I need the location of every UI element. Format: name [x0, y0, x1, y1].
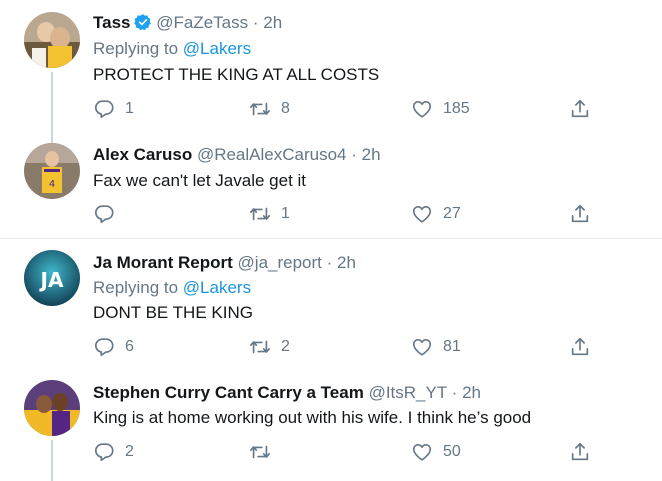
like-icon — [412, 101, 432, 118]
avatar[interactable]: 4 — [24, 143, 80, 199]
thread-line — [51, 440, 53, 481]
tweet-actions: 2 50 — [93, 440, 603, 464]
share-button[interactable] — [569, 202, 591, 226]
share-button[interactable] — [569, 97, 591, 121]
retweet-icon — [250, 445, 270, 459]
like-count: 50 — [443, 443, 461, 460]
retweet-button[interactable] — [249, 440, 281, 464]
share-icon — [571, 442, 589, 461]
tweet-actions: 1 27 — [93, 202, 603, 226]
handle[interactable]: @RealAlexCaruso4 — [197, 145, 347, 164]
retweet-icon — [250, 102, 270, 116]
separator-dot: · — [451, 383, 458, 402]
tweet-text: Fax we can't let Javale get it — [93, 171, 307, 190]
tweet-text: PROTECT THE KING AT ALL COSTS — [93, 65, 380, 84]
avatar-logo-text: JA — [39, 268, 64, 292]
separator-dot: · — [326, 253, 333, 272]
tweet-4[interactable]: Stephen Curry Cant Carry a Team @ItsR_YT… — [0, 370, 662, 481]
like-button[interactable]: 81 — [411, 335, 461, 359]
mention-link[interactable]: @Lakers — [183, 278, 251, 297]
like-count: 27 — [443, 205, 461, 222]
tweet-3[interactable]: JA Ja Morant Report @ja_report · 2h Repl… — [0, 239, 662, 370]
retweet-button[interactable]: 2 — [249, 335, 290, 359]
replying-to-label: Replying to — [93, 278, 179, 297]
replying-to-label: Replying to — [93, 39, 179, 58]
replying-to: Replying to @Lakers — [93, 277, 251, 299]
reply-button[interactable]: 1 — [93, 97, 134, 121]
handle[interactable]: @ItsR_YT — [369, 383, 447, 402]
handle[interactable]: @FaZeTass — [156, 13, 248, 32]
retweet-count: 8 — [281, 100, 290, 117]
like-button[interactable]: 27 — [411, 202, 461, 226]
tweet-text: DONT BE THE KING — [93, 303, 253, 322]
display-name[interactable]: Ja Morant Report — [93, 253, 233, 272]
like-count: 81 — [443, 338, 461, 355]
display-name[interactable]: Alex Caruso — [93, 145, 192, 164]
display-name[interactable]: Stephen Curry Cant Carry a Team — [93, 383, 364, 402]
reply-count: 1 — [125, 100, 134, 117]
reply-icon — [95, 443, 114, 462]
tweet-1[interactable]: Tass @FaZeTass · 2h Replying to @Lakers … — [0, 0, 662, 133]
reply-icon — [95, 338, 114, 357]
retweet-icon — [250, 340, 270, 354]
reply-button[interactable]: 6 — [93, 335, 134, 359]
share-button[interactable] — [569, 335, 591, 359]
display-name[interactable]: Tass — [93, 13, 131, 32]
share-icon — [571, 337, 589, 356]
mention-link[interactable]: @Lakers — [183, 39, 251, 58]
tweet-actions: 1 8 185 — [93, 97, 603, 121]
retweet-icon — [250, 207, 270, 221]
like-count: 185 — [443, 100, 470, 117]
reply-icon — [95, 100, 114, 119]
share-icon — [571, 204, 589, 223]
retweet-button[interactable]: 1 — [249, 202, 290, 226]
tweet-text: King is at home working out with his wif… — [93, 408, 532, 427]
like-icon — [412, 339, 432, 356]
like-icon — [412, 206, 432, 223]
like-button[interactable]: 185 — [411, 97, 470, 121]
tweet-actions: 6 2 81 — [93, 335, 603, 359]
timestamp[interactable]: 2h — [263, 13, 282, 32]
separator-dot: · — [351, 145, 357, 164]
verified-badge-icon — [133, 13, 152, 31]
like-button[interactable]: 50 — [411, 440, 461, 464]
thread-line — [51, 133, 53, 143]
tweet-header: Tass @FaZeTass · 2h — [93, 12, 282, 34]
reply-icon — [95, 205, 114, 224]
avatar[interactable] — [24, 380, 80, 436]
share-button[interactable] — [569, 440, 591, 464]
retweet-count: 2 — [281, 338, 290, 355]
reply-count: 6 — [125, 338, 134, 355]
avatar[interactable]: JA — [24, 250, 80, 306]
handle[interactable]: @ja_report — [238, 253, 322, 272]
thread-line — [51, 72, 53, 133]
separator-dot: · — [252, 13, 259, 32]
reply-button[interactable] — [93, 202, 125, 226]
timestamp[interactable]: 2h — [337, 253, 356, 272]
timestamp[interactable]: 2h — [462, 383, 481, 402]
tweet-2[interactable]: 4 Alex Caruso @RealAlexCaruso4 · 2h Fax … — [0, 133, 662, 238]
tweet-header: Ja Morant Report @ja_report · 2h — [93, 252, 356, 274]
svg-text:4: 4 — [49, 179, 55, 190]
tweet-header: Alex Caruso @RealAlexCaruso4 · 2h — [93, 144, 381, 166]
timestamp[interactable]: 2h — [362, 145, 381, 164]
replying-to: Replying to @Lakers — [93, 38, 251, 60]
like-icon — [412, 444, 432, 461]
tweet-header: Stephen Curry Cant Carry a Team @ItsR_YT… — [93, 382, 481, 404]
reply-count: 2 — [125, 443, 134, 460]
retweet-button[interactable]: 8 — [249, 97, 290, 121]
avatar[interactable] — [24, 12, 80, 68]
retweet-count: 1 — [281, 205, 290, 222]
share-icon — [571, 99, 589, 118]
reply-button[interactable]: 2 — [93, 440, 134, 464]
